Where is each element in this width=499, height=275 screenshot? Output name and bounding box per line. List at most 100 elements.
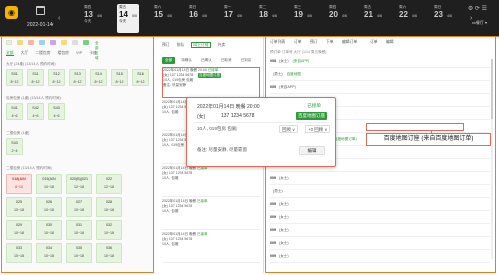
reservation-row[interactable]: (男士) [270, 189, 490, 198]
status-tab-arrived[interactable]: 已到店 [238, 57, 255, 64]
reservation-row[interactable]: 009 (女士) [270, 241, 490, 250]
reservation-row[interactable]: 009 (女士) [270, 228, 490, 237]
order-card[interactable]: 2022年01月14日 晚餐 20:00 已接单 (女) 137 1234 567… [162, 67, 260, 98]
popup-select-2[interactable]: +0 回顾 ∨ [305, 125, 331, 133]
order-card[interactable]: 2022年01月14日 晚餐 已接单(女) 137 1234 567810人, … [162, 166, 260, 197]
table-tile[interactable]: S41 4~6 [6, 103, 23, 120]
right-scrollbar[interactable] [491, 59, 493, 259]
prev-day-icon[interactable]: ‹ [58, 14, 63, 24]
right-tab-orders-2[interactable]: 订单 [370, 40, 378, 45]
right-tab-edit[interactable]: 编辑 [386, 40, 394, 45]
right-tab-orders[interactable]: 订单 [294, 40, 302, 45]
table-tile[interactable]: 022 12~18 [96, 174, 122, 194]
area-tab-vip[interactable]: VIP [76, 51, 82, 55]
area-tab-hall[interactable]: 大厅 [21, 51, 29, 55]
status-tab-confirmed[interactable]: 已确认 [198, 57, 215, 64]
legend-swatch-cleaning[interactable] [39, 40, 45, 45]
table-tile[interactable]: S16 8~12 [132, 69, 149, 86]
reservation-row[interactable]: 008(女士)(来自APP) [270, 59, 490, 68]
reservation-row[interactable]: 009 (女士) [270, 254, 490, 263]
right-tab-edit-order[interactable]: 编辑订单 [342, 40, 357, 45]
popup-select-1[interactable]: 回顾 ∨ [279, 125, 299, 133]
order-card[interactable]: 2022年01月14日 晚餐 已接单(女) 137 1234 567810人, … [162, 199, 260, 230]
table-tile[interactable]: 020(B)(021 12~18 [66, 174, 92, 194]
table-tile[interactable]: S14 8~12 [90, 69, 107, 86]
table-tile[interactable]: S01 8~12 [6, 69, 23, 86]
current-date[interactable]: 2022-01-14 [27, 22, 53, 28]
day-tab[interactable]: 周日 23 4/6 [432, 4, 454, 33]
legend-swatch-dining[interactable] [83, 40, 89, 45]
area-tab-all[interactable]: 全部 [6, 51, 14, 56]
area-tab-rooms[interactable]: 楼包房 [58, 51, 69, 55]
table-tile[interactable]: S11 8~12 [27, 69, 44, 86]
card-phone[interactable]: 137 1234 5678 [169, 171, 192, 175]
table-tile[interactable]: 032 10~18 [96, 220, 122, 240]
reservation-row[interactable]: 009 (女士) [270, 176, 490, 185]
day-tab[interactable]: 周三 19 4/6 [292, 4, 314, 33]
store-selector[interactable]: xx餐厅 ▾ [472, 20, 487, 26]
table-tile[interactable]: 019(A/N 10~18 [36, 174, 62, 194]
day-tab[interactable]: 周五 14 今天 0/0 [117, 4, 139, 33]
table-tile[interactable]: 035 10~18 [66, 243, 92, 263]
day-tab[interactable]: 周五 21 4/6 [362, 4, 384, 33]
table-tile[interactable]: S43 2~4 [6, 138, 23, 155]
status-tab-pending[interactable]: 待确认 [178, 57, 195, 64]
table-tile[interactable]: 030 10~18 [36, 220, 62, 240]
table-tile[interactable]: S13 8~12 [69, 69, 86, 86]
card-phone[interactable]: 137 1234 5678 [170, 73, 193, 77]
status-tab-all[interactable]: 全部 [162, 57, 176, 64]
reservation-row[interactable]: 009 (来自APP) [270, 85, 490, 94]
status-tab-cancelled[interactable]: 已取消 [218, 57, 235, 64]
tab-online-order[interactable]: 网上订餐 [191, 42, 211, 48]
day-tab[interactable]: 周四 20 4/6 [327, 4, 349, 33]
legend-swatch-disabled[interactable] [72, 40, 78, 45]
table-tile[interactable]: 027 10~18 [66, 197, 92, 217]
table-capacity: 8~12 [52, 80, 61, 84]
table-tile[interactable]: 025 10~18 [6, 197, 32, 217]
table-capacity: 10~18 [103, 254, 115, 258]
reservation-row[interactable]: (男士)百度地图 [270, 72, 490, 81]
toolbar-icons[interactable]: ⚙ ⟳ ☰ [468, 5, 487, 12]
legend-swatch-reserved[interactable] [50, 40, 56, 45]
table-tile[interactable]: S42 4~6 [27, 103, 44, 120]
tab-queue[interactable]: 排队 [177, 43, 185, 47]
date-dropdown-icon[interactable]: ▾ [51, 22, 54, 28]
reservation-row[interactable]: 009 (女士) [270, 202, 490, 211]
table-tile[interactable]: 026 10~18 [36, 197, 62, 217]
legend-swatch-booked[interactable] [17, 40, 23, 45]
card-note [162, 214, 260, 219]
card-phone[interactable]: 137 1234 5678 [169, 204, 192, 208]
table-tile[interactable]: 034 10~18 [36, 243, 62, 263]
right-tab-booking[interactable]: 预订 [310, 40, 318, 45]
order-card[interactable]: 2022年01月14日 晚餐 已接单(女) 137 1234 567810人, … [162, 232, 260, 263]
right-tab-list[interactable]: 订单列表 [270, 40, 285, 45]
table-tile[interactable]: S43 4~6 [48, 103, 65, 120]
reservation-row[interactable]: 009 (女士) [270, 215, 490, 224]
table-tile[interactable]: 028 10~18 [96, 197, 122, 217]
table-tile[interactable]: 029 10~18 [6, 220, 32, 240]
legend-swatch-free[interactable] [6, 40, 12, 45]
day-tab[interactable]: 周二 18 4/6 [257, 4, 279, 33]
tab-delivery[interactable]: 外卖 [218, 43, 226, 47]
popup-edit-button[interactable]: 编辑 [299, 146, 325, 155]
day-tab[interactable]: 周日 16 4/6 [187, 4, 209, 33]
legend-swatch-waiting[interactable] [61, 40, 67, 45]
popup-phone[interactable]: 137 1234 5678 [221, 113, 254, 119]
table-tile[interactable]: 036 10~18 [96, 243, 122, 263]
table-tile[interactable]: 033 10~18 [6, 243, 32, 263]
legend-swatch-occupied[interactable] [28, 40, 34, 45]
tab-reservation[interactable]: 预订 [162, 43, 170, 47]
table-tile[interactable]: 018(A/N 8~10 [6, 174, 32, 194]
day-tab[interactable]: 周一 17 4/6 [222, 4, 244, 33]
calendar-icon[interactable] [36, 6, 45, 15]
area-tab-booth[interactable]: 卡座 [89, 51, 97, 55]
area-tab-floor2[interactable]: 二楼包房 [35, 51, 50, 55]
day-tab[interactable]: 周四 13 今天 4/6 [82, 4, 104, 33]
right-tab-place[interactable]: 下单 [326, 40, 334, 45]
table-tile[interactable]: S15 8~12 [111, 69, 128, 86]
card-phone[interactable]: 137 1234 5678 [169, 237, 192, 241]
table-tile[interactable]: 031 10~18 [66, 220, 92, 240]
day-tab[interactable]: 周六 22 4/6 [397, 4, 419, 33]
table-tile[interactable]: S12 8~12 [48, 69, 65, 86]
day-tab[interactable]: 周六 15 4/6 [152, 4, 174, 33]
